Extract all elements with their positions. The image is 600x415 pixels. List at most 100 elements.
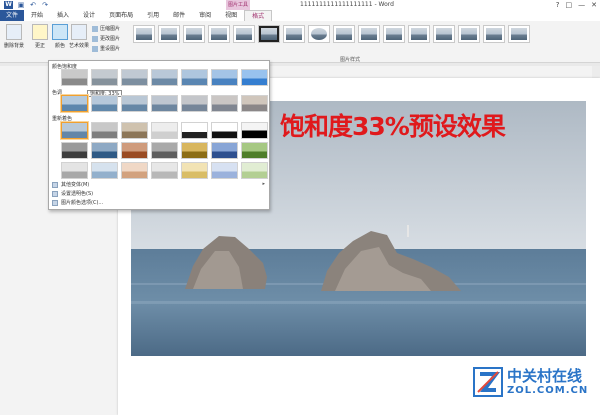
recolor-swatch[interactable] <box>211 122 238 139</box>
reset-picture-button[interactable]: 重设图片 <box>92 45 120 52</box>
tab-format[interactable]: 格式 <box>244 10 273 21</box>
recolor-swatch[interactable] <box>91 162 118 179</box>
tab-layout[interactable]: 页面布局 <box>102 10 140 21</box>
saturation-swatch[interactable] <box>151 69 178 86</box>
recolor-swatch[interactable] <box>91 122 118 139</box>
remove-background-icon <box>6 24 22 40</box>
recolor-swatch[interactable] <box>211 162 238 179</box>
restore-icon[interactable]: □ <box>566 1 573 9</box>
recolor-swatch[interactable] <box>181 122 208 139</box>
tab-design[interactable]: 设计 <box>76 10 102 21</box>
remove-background-button[interactable]: 删除背景 <box>2 24 26 49</box>
tone-row <box>61 95 268 112</box>
picture-style-thumb[interactable] <box>133 25 155 43</box>
tab-view[interactable]: 视图 <box>218 10 244 21</box>
recolor-swatch[interactable] <box>181 142 208 159</box>
picture-style-thumb[interactable] <box>483 25 505 43</box>
save-icon[interactable]: ▣ <box>17 1 25 9</box>
tone-swatch[interactable] <box>121 95 148 112</box>
ribbon-tabs: 文件 开始 插入 设计 页面布局 引用 邮件 审阅 视图 格式 <box>0 10 600 21</box>
tab-references[interactable]: 引用 <box>140 10 166 21</box>
color-icon <box>52 24 68 40</box>
help-icon[interactable]: ? <box>556 1 560 9</box>
tab-insert[interactable]: 插入 <box>50 10 76 21</box>
picture-style-thumb[interactable] <box>458 25 480 43</box>
picture-style-thumb[interactable] <box>433 25 455 43</box>
close-icon[interactable]: ✕ <box>591 1 597 9</box>
tab-review[interactable]: 审阅 <box>192 10 218 21</box>
recolor-swatch[interactable] <box>61 122 88 139</box>
artistic-effects-button[interactable]: 艺术效果 <box>68 24 90 49</box>
window-controls: ? □ — ✕ <box>556 1 597 9</box>
color-palette-icon <box>52 181 58 188</box>
tab-mailings[interactable]: 邮件 <box>166 10 192 21</box>
change-picture-button[interactable]: 更改图片 <box>92 35 120 42</box>
chevron-right-icon: ▸ <box>262 181 265 187</box>
picture-style-thumb[interactable] <box>383 25 405 43</box>
recolor-swatch[interactable] <box>151 162 178 179</box>
picture-styles-group-label: 图片样式 <box>340 57 361 63</box>
zol-watermark: 中关村在线 ZOL.COM.CN <box>472 366 588 398</box>
picture-style-thumb[interactable] <box>358 25 380 43</box>
recolor-swatch[interactable] <box>121 162 148 179</box>
tone-swatch[interactable] <box>151 95 178 112</box>
corrections-icon <box>32 24 48 40</box>
corrections-button[interactable]: 更正 <box>30 24 50 49</box>
saturation-swatch[interactable] <box>241 69 268 86</box>
recolor-swatch[interactable] <box>241 162 268 179</box>
window-title: 1111111111111111111 - Word <box>300 1 394 8</box>
tone-swatch[interactable] <box>61 95 88 112</box>
recolor-swatch[interactable] <box>181 162 208 179</box>
saturation-swatch[interactable] <box>121 69 148 86</box>
picture-style-thumb[interactable] <box>208 25 230 43</box>
picture-style-thumb[interactable] <box>508 25 530 43</box>
picture-style-thumb[interactable] <box>233 25 255 43</box>
compress-pictures-button[interactable]: 压缩图片 <box>92 25 120 32</box>
artistic-effects-icon <box>71 24 87 40</box>
recolor-row-2 <box>61 142 268 159</box>
picture-style-thumb[interactable] <box>258 25 280 43</box>
recolor-swatch[interactable] <box>61 142 88 159</box>
picture-style-thumb[interactable] <box>158 25 180 43</box>
undo-icon[interactable]: ↶ <box>29 1 37 9</box>
tone-swatch[interactable] <box>91 95 118 112</box>
saturation-swatch[interactable] <box>211 69 238 86</box>
redo-icon[interactable]: ↷ <box>41 1 49 9</box>
tone-swatch[interactable] <box>181 95 208 112</box>
tab-file[interactable]: 文件 <box>0 10 25 21</box>
more-variations-menu-item[interactable]: 其他变体(M) <box>52 181 89 188</box>
picture-style-thumb[interactable] <box>408 25 430 43</box>
watermark-cn: 中关村在线 <box>507 367 583 385</box>
change-picture-icon <box>92 35 98 42</box>
recolor-swatch[interactable] <box>211 142 238 159</box>
recolor-row-3 <box>61 162 268 179</box>
set-transparent-color-menu-item[interactable]: 设置透明色(S) <box>52 190 93 197</box>
recolor-swatch[interactable] <box>151 122 178 139</box>
recolor-swatch[interactable] <box>241 122 268 139</box>
picture-tools-context-label: 图片工具 <box>226 0 250 10</box>
picture-style-thumb[interactable] <box>333 25 355 43</box>
recolor-swatch[interactable] <box>61 162 88 179</box>
picture-color-options-menu-item[interactable]: 图片颜色选项(C)... <box>52 199 103 206</box>
recolor-swatch[interactable] <box>91 142 118 159</box>
picture-style-thumb[interactable] <box>183 25 205 43</box>
saturation-swatch[interactable] <box>181 69 208 86</box>
tone-swatch[interactable] <box>241 95 268 112</box>
recolor-swatch[interactable] <box>241 142 268 159</box>
saturation-swatch[interactable] <box>91 69 118 86</box>
tab-home[interactable]: 开始 <box>24 10 50 21</box>
word-window: W ▣ ↶ ↷ 图片工具 1111111111111111111 - Word … <box>0 0 600 415</box>
picture-styles-gallery <box>133 25 530 43</box>
picture-style-thumb[interactable] <box>308 25 330 43</box>
picture-color-options-icon <box>52 199 58 206</box>
recolor-swatch[interactable] <box>121 122 148 139</box>
picture-style-thumb[interactable] <box>283 25 305 43</box>
recolor-swatch[interactable] <box>121 142 148 159</box>
saturation-swatch[interactable] <box>61 69 88 86</box>
word-logo-icon: W <box>4 1 13 9</box>
watermark-text: 中关村在线 ZOL.COM.CN <box>507 367 588 397</box>
color-button[interactable]: 颜色 <box>50 24 70 49</box>
recolor-swatch[interactable] <box>151 142 178 159</box>
tone-swatch[interactable] <box>211 95 238 112</box>
minimize-icon[interactable]: — <box>578 1 585 9</box>
